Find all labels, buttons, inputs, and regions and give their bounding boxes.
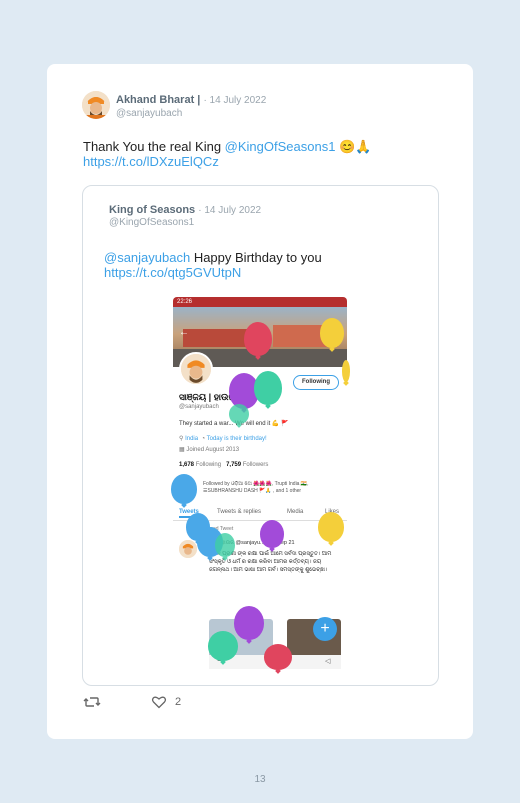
profile-handle: @sanjayubach: [179, 404, 219, 410]
balloon-icon: [234, 606, 264, 640]
quoted-text-body: Happy Birthday to you: [190, 250, 322, 265]
joined-text: Joined August 2013: [186, 447, 240, 453]
profile-location: ⚲ India ◔ Today is their birthday!: [179, 435, 267, 442]
author-handle[interactable]: @sanjayubach: [116, 108, 182, 119]
following-button: Following: [293, 375, 339, 390]
followers-count: 7,759: [226, 462, 242, 468]
author-name[interactable]: Akhand Bharat | · 14 July 2022: [116, 94, 266, 106]
quoted-link[interactable]: https://t.co/qtg5GVUtpN: [104, 265, 241, 280]
balloon-icon: [215, 533, 235, 557]
balloon-icon: [260, 520, 284, 548]
tweet-text-prefix: Thank You the real King: [83, 139, 225, 154]
back-icon: ◁: [325, 658, 331, 665]
banner-building: [183, 329, 253, 347]
followers-label: Followers: [242, 462, 269, 468]
like-count: 2: [175, 696, 182, 708]
location-icon: ⚲: [179, 436, 184, 442]
birthday-text: Today is their birthday!: [206, 436, 267, 442]
author-avatar[interactable]: [82, 91, 110, 119]
quoted-mention[interactable]: @sanjayubach: [104, 250, 190, 265]
balloon-icon: [254, 371, 282, 405]
profile-stats: 1,678 Following 7,759 Followers: [179, 462, 268, 468]
tweet-date: · 14 July 2022: [203, 95, 267, 106]
status-bar: 22:26: [173, 297, 347, 307]
tab-media: Media: [287, 509, 304, 515]
calendar-icon: ▦: [179, 447, 185, 453]
birthday-icon: ◔: [201, 436, 206, 442]
balloon-icon: [171, 474, 197, 504]
following-count: 1,678: [179, 462, 195, 468]
status-time: 22:26: [177, 299, 193, 305]
tab-tweets-replies: Tweets & replies: [217, 509, 262, 515]
quoted-author-name-text[interactable]: King of Seasons: [109, 204, 195, 216]
balloon-icon: [320, 318, 344, 348]
following-label: Following: [195, 462, 222, 468]
pinned-avatar: [179, 540, 197, 558]
tweet-link[interactable]: https://t.co/lDXzuElQCz: [83, 154, 219, 169]
retweet-icon[interactable]: [83, 694, 101, 710]
author-name-text[interactable]: Akhand Bharat |: [116, 94, 200, 106]
profile-joined: ▦ Joined August 2013: [179, 446, 239, 453]
profile-avatar: [179, 352, 213, 386]
balloon-icon: [342, 360, 350, 382]
tweet-mention[interactable]: @KingOfSeasons1: [225, 139, 336, 154]
balloon-icon: [229, 404, 249, 424]
followed-by: Followed by ଓଡ଼ିଆ ଝିଅ 🌺🌺🌺, Trupti India …: [203, 481, 309, 494]
balloon-icon: [318, 512, 344, 542]
quoted-text: @sanjayubach Happy Birthday to you https…: [104, 250, 404, 280]
quoted-author-handle[interactable]: @KingOfSeasons1: [109, 217, 194, 228]
profile-name: ସାଞ୍ଜୟ | ହାଉଜ: [179, 392, 235, 402]
quoted-date: · 14 July 2022: [198, 205, 262, 216]
balloon-icon: [264, 644, 292, 670]
heart-icon[interactable]: [151, 694, 167, 710]
tweet-emoji: 😊🙏: [335, 139, 372, 154]
balloon-icon: [244, 322, 272, 356]
page-number: 13: [254, 774, 266, 785]
tweet-text: Thank You the real King @KingOfSeasons1 …: [83, 139, 423, 169]
plus-icon: +: [313, 617, 337, 641]
quoted-author-name[interactable]: King of Seasons · 14 July 2022: [109, 204, 261, 216]
location-text: India: [185, 436, 199, 442]
back-arrow-icon: ←: [179, 327, 189, 338]
balloon-icon: [208, 631, 238, 661]
